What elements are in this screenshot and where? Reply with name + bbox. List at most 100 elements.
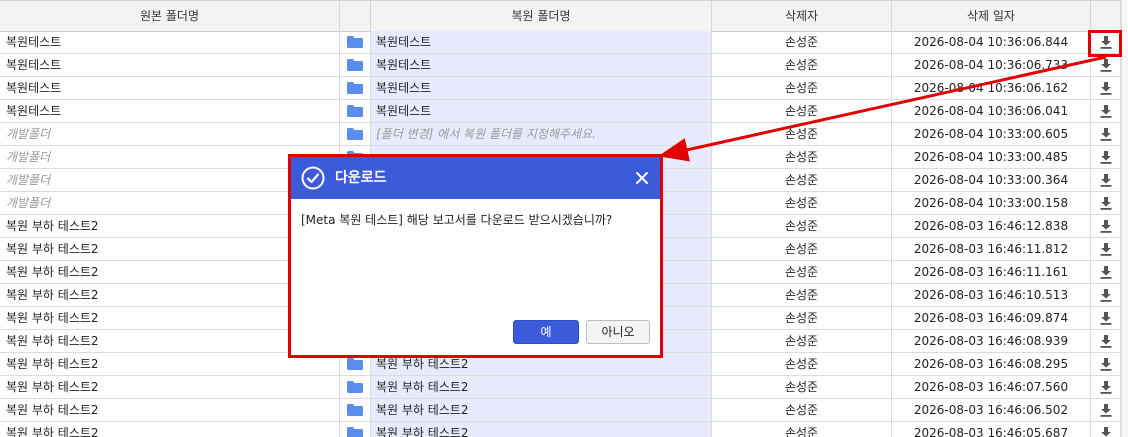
yes-button[interactable]: 예 [513, 320, 579, 344]
cell-original-folder: 복원 부하 테스트2 [0, 399, 340, 421]
cell-deleted-date: 2026-08-04 10:36:06.162 [892, 77, 1091, 99]
download-button[interactable] [1091, 399, 1121, 421]
download-icon [1100, 266, 1112, 279]
folder-icon [347, 404, 363, 416]
download-button[interactable] [1091, 330, 1121, 352]
cell-folder-button[interactable] [340, 123, 371, 145]
cell-deleted-by: 손성준 [712, 238, 892, 260]
cell-restore-folder[interactable]: 복원테스트 [371, 100, 712, 122]
table-row[interactable]: 복원 부하 테스트2 복원 부하 테스트2 손성준 2026-08-03 16:46:… [0, 376, 1121, 399]
cell-deleted-by: 손성준 [712, 54, 892, 76]
check-circle-icon [301, 166, 325, 190]
no-button[interactable]: 아니오 [586, 320, 650, 344]
cell-deleted-date: 2026-08-03 16:46:07.560 [892, 376, 1091, 398]
dialog-message: [Meta 복원 테스트] 해당 보고서를 다운로드 받으시겠습니까? [301, 213, 613, 227]
folder-icon [347, 59, 363, 71]
header-download-col [1091, 1, 1121, 31]
table-row[interactable]: 복원테스트 복원테스트 손성준 2026-08-04 10:36:06.162 [0, 77, 1121, 100]
download-button[interactable] [1091, 238, 1121, 260]
cell-deleted-by: 손성준 [712, 100, 892, 122]
download-dialog: 다운로드 [Meta 복원 테스트] 해당 보고서를 다운로드 받으시겠습니까?… [288, 154, 663, 358]
download-button[interactable] [1091, 353, 1121, 375]
cell-restore-folder[interactable]: 복원테스트 [371, 77, 712, 99]
cell-deleted-date: 2026-08-04 10:33:00.364 [892, 169, 1091, 191]
download-button[interactable] [1091, 192, 1121, 214]
download-icon [1100, 243, 1112, 256]
cell-folder-button[interactable] [340, 422, 371, 437]
cell-deleted-date: 2026-08-03 16:46:12.838 [892, 215, 1091, 237]
cell-original-folder: 복원 부하 테스트2 [0, 422, 340, 437]
table-row[interactable]: 복원테스트 복원테스트 손성준 2026-08-04 10:36:06.041 [0, 100, 1121, 123]
download-icon [1100, 105, 1112, 118]
download-icon [1101, 427, 1111, 437]
cell-restore-folder[interactable]: 복원 부하 테스트2 [371, 399, 712, 421]
table-row[interactable]: 복원테스트 복원테스트 손성준 2026-08-04 10:36:06.844 [0, 31, 1121, 54]
cell-restore-folder[interactable]: 복원테스트 [371, 54, 712, 76]
close-icon[interactable] [634, 170, 650, 186]
header-icon-col [340, 1, 371, 31]
download-button[interactable] [1091, 422, 1121, 437]
download-icon [1100, 335, 1112, 348]
download-icon [1100, 197, 1112, 210]
download-icon [1100, 220, 1112, 233]
cell-folder-button[interactable] [340, 399, 371, 421]
folder-icon [347, 358, 363, 370]
download-button[interactable] [1091, 307, 1121, 329]
cell-deleted-by: 손성준 [712, 399, 892, 421]
cell-deleted-date: 2026-08-04 10:33:00.158 [892, 192, 1091, 214]
download-button[interactable] [1091, 77, 1121, 99]
scrollbar[interactable] [1121, 0, 1128, 437]
download-button[interactable] [1091, 169, 1121, 191]
cell-original-folder: 복원테스트 [0, 100, 340, 122]
table-row[interactable]: 복원 부하 테스트2 복원 부하 테스트2 손성준 2026-08-03 16:46:… [0, 399, 1121, 422]
download-button[interactable] [1091, 215, 1121, 237]
header-deleted-by[interactable]: 삭제자 [712, 1, 892, 31]
grid-header: 원본 폴더명 복원 폴더명 삭제자 삭제 일자 [0, 0, 1121, 32]
download-icon [1100, 358, 1112, 371]
download-button[interactable] [1091, 123, 1121, 145]
cell-deleted-by: 손성준 [712, 146, 892, 168]
cell-restore-folder[interactable]: 복원 부하 테스트2 [371, 422, 712, 437]
cell-deleted-date: 2026-08-03 16:46:06.502 [892, 399, 1091, 421]
cell-deleted-by: 손성준 [712, 123, 892, 145]
cell-folder-button[interactable] [340, 376, 371, 398]
cell-deleted-date: 2026-08-03 16:46:11.812 [892, 238, 1091, 260]
cell-deleted-by: 손성준 [712, 261, 892, 283]
folder-icon [347, 36, 363, 48]
dialog-titlebar: 다운로드 [291, 157, 660, 199]
cell-original-folder: 복원테스트 [0, 77, 340, 99]
download-icon [1100, 404, 1112, 417]
folder-icon [347, 427, 363, 437]
download-icon [1100, 312, 1112, 325]
download-button[interactable] [1091, 54, 1121, 76]
cell-deleted-date: 2026-08-03 16:46:10.513 [892, 284, 1091, 306]
download-button[interactable] [1091, 284, 1121, 306]
cell-deleted-date: 2026-08-03 16:46:11.161 [892, 261, 1091, 283]
cell-restore-folder[interactable]: 복원 부하 테스트2 [371, 376, 712, 398]
table-row[interactable]: 복원 부하 테스트2 복원 부하 테스트2 손성준 2026-08-03 16:46:… [0, 422, 1121, 437]
download-button[interactable] [1091, 100, 1121, 122]
cell-deleted-by: 손성준 [712, 31, 892, 53]
cell-deleted-date: 2026-08-04 10:36:06.733 [892, 54, 1091, 76]
table-row[interactable]: 복원테스트 복원테스트 손성준 2026-08-04 10:36:06.733 [0, 54, 1121, 77]
cell-deleted-by: 손성준 [712, 215, 892, 237]
cell-deleted-by: 손성준 [712, 353, 892, 375]
cell-folder-button[interactable] [340, 100, 371, 122]
folder-icon [347, 381, 363, 393]
cell-folder-button[interactable] [340, 54, 371, 76]
cell-deleted-date: 2026-08-03 16:46:08.295 [892, 353, 1091, 375]
download-button[interactable] [1091, 146, 1121, 168]
header-deleted-date[interactable]: 삭제 일자 [892, 1, 1091, 31]
cell-deleted-by: 손성준 [712, 284, 892, 306]
download-button[interactable] [1091, 261, 1121, 283]
header-restore-folder[interactable]: 복원 폴더명 [371, 1, 712, 31]
cell-restore-folder[interactable]: [폴더 변경] 에서 복원 폴더를 지정해주세요. [371, 123, 712, 145]
header-original-folder[interactable]: 원본 폴더명 [0, 1, 340, 31]
cell-original-folder: 복원 부하 테스트2 [0, 376, 340, 398]
cell-folder-button[interactable] [340, 31, 371, 53]
download-button[interactable] [1091, 376, 1121, 398]
table-row[interactable]: 개발폴더 [폴더 변경] 에서 복원 폴더를 지정해주세요. 손성준 2026-08-… [0, 123, 1121, 146]
cell-original-folder: 개발폴더 [0, 123, 340, 145]
cell-restore-folder[interactable]: 복원테스트 [371, 31, 712, 53]
cell-folder-button[interactable] [340, 77, 371, 99]
